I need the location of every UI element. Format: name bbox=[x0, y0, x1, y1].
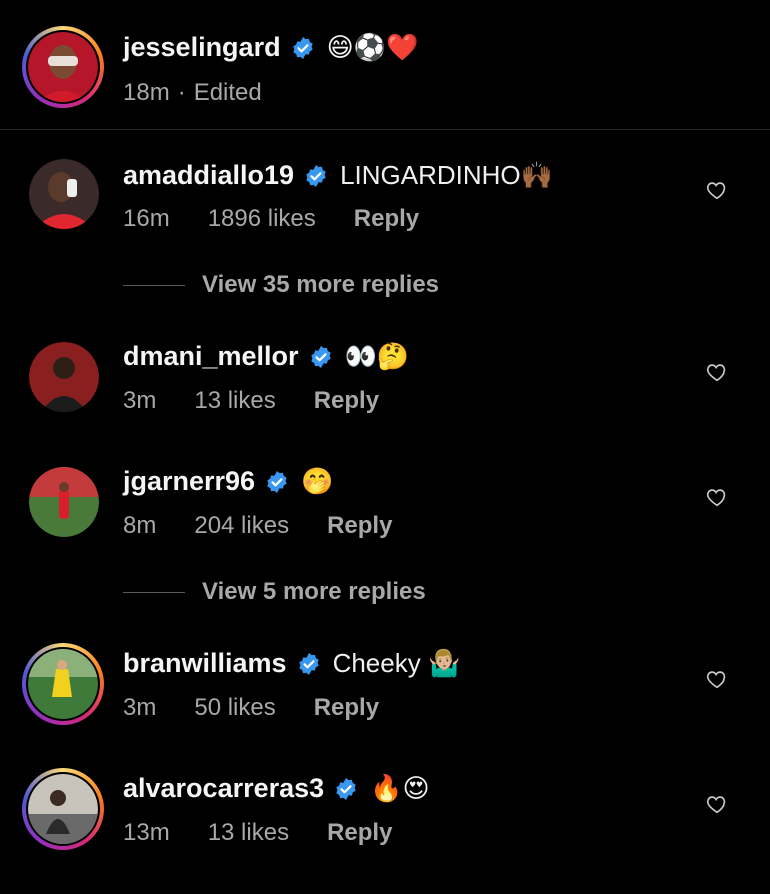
comment-text: 🤭 bbox=[301, 466, 334, 496]
reply-button[interactable]: Reply bbox=[327, 819, 392, 847]
avatar[interactable] bbox=[28, 774, 98, 844]
post-header: jesselingard 😄⚽❤️ 18m · Edited bbox=[0, 0, 770, 130]
verified-badge-icon bbox=[310, 345, 331, 368]
verified-badge-icon bbox=[298, 652, 319, 675]
comment-time: 3m bbox=[123, 387, 157, 414]
post-username[interactable]: jesselingard bbox=[123, 32, 281, 63]
comment-username[interactable]: jgarnerr96 bbox=[123, 466, 255, 497]
comment-likes[interactable]: 50 likes bbox=[194, 694, 275, 722]
avatar[interactable] bbox=[28, 649, 98, 719]
heart-icon[interactable] bbox=[706, 361, 728, 383]
comment-text: 👀🤔 bbox=[344, 341, 410, 371]
comment-likes[interactable]: 204 likes bbox=[194, 512, 289, 540]
story-ring[interactable] bbox=[22, 643, 104, 725]
view-replies-label[interactable]: View 5 more replies bbox=[202, 578, 426, 606]
reply-button[interactable]: Reply bbox=[314, 694, 379, 722]
avatar[interactable] bbox=[29, 342, 99, 412]
heart-icon[interactable] bbox=[706, 486, 728, 508]
verified-badge-icon bbox=[292, 36, 313, 59]
comment-username[interactable]: alvarocarreras3 bbox=[123, 773, 324, 804]
comment-likes[interactable]: 13 likes bbox=[208, 819, 289, 847]
reply-button[interactable]: Reply bbox=[314, 387, 379, 415]
comment-username[interactable]: dmani_mellor bbox=[123, 341, 299, 372]
comment-text: Cheeky 🤷🏼‍♂️ bbox=[332, 648, 461, 678]
comment-text: 🔥😍 bbox=[370, 773, 430, 803]
heart-icon[interactable] bbox=[706, 179, 728, 201]
divider bbox=[0, 129, 770, 130]
separator-dot: · bbox=[177, 79, 186, 106]
view-replies-label[interactable]: View 35 more replies bbox=[202, 271, 439, 299]
avatar[interactable] bbox=[29, 467, 99, 537]
comment-time: 3m bbox=[123, 694, 157, 721]
story-ring[interactable] bbox=[22, 768, 104, 850]
comment-username[interactable]: branwilliams bbox=[123, 648, 287, 679]
post-author-avatar-ring[interactable] bbox=[22, 26, 104, 108]
reply-button[interactable]: Reply bbox=[354, 205, 419, 233]
heart-icon[interactable] bbox=[706, 793, 728, 815]
comment-username[interactable]: amaddiallo19 bbox=[123, 160, 294, 191]
comment-time: 8m bbox=[123, 512, 157, 539]
divider bbox=[123, 284, 185, 286]
avatar[interactable] bbox=[29, 159, 99, 229]
edited-label: Edited bbox=[193, 79, 262, 106]
post-time: 18m bbox=[123, 79, 170, 106]
heart-icon[interactable] bbox=[706, 668, 728, 690]
avatar[interactable] bbox=[28, 32, 98, 102]
comment-likes[interactable]: 13 likes bbox=[194, 387, 275, 415]
comment-likes[interactable]: 1896 likes bbox=[208, 205, 316, 233]
view-more-replies[interactable]: View 35 more replies bbox=[123, 271, 439, 299]
post-caption: 😄⚽❤️ bbox=[326, 32, 419, 62]
divider bbox=[123, 591, 185, 593]
view-more-replies[interactable]: View 5 more replies bbox=[123, 578, 426, 606]
reply-button[interactable]: Reply bbox=[327, 512, 392, 540]
comment-time: 16m bbox=[123, 205, 170, 232]
verified-badge-icon bbox=[267, 470, 287, 493]
verified-badge-icon bbox=[306, 164, 326, 187]
comment-text: LINGARDINHO🙌🏾 bbox=[340, 160, 554, 190]
verified-badge-icon bbox=[336, 777, 356, 800]
comment-time: 13m bbox=[123, 819, 170, 846]
